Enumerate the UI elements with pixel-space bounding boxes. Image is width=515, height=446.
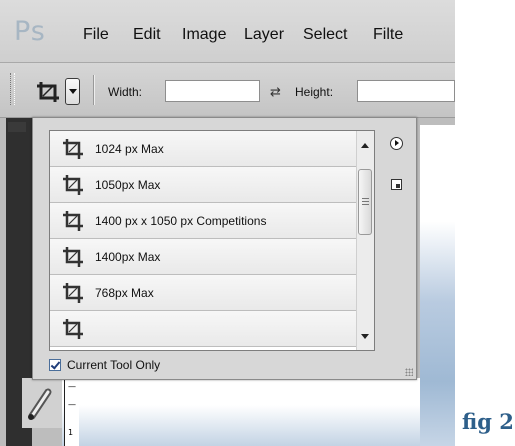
scroll-down-arrow-icon[interactable]: [361, 334, 369, 339]
list-item[interactable]: 1050px Max: [50, 167, 356, 203]
crop-icon: [63, 175, 83, 195]
list-item[interactable]: 1400 px x 1050 px Competitions: [50, 203, 356, 239]
height-label: Height:: [295, 85, 334, 99]
grip-icon: [362, 198, 369, 199]
menu-layer[interactable]: Layer: [244, 26, 284, 44]
width-input[interactable]: [165, 80, 260, 102]
preset-list: 1024 px Max 1050px Max 1400 px x 1050 px…: [49, 130, 375, 351]
menu-image[interactable]: Image: [182, 26, 226, 44]
list-item[interactable]: 1024 px Max: [50, 131, 356, 167]
document-canvas-lower[interactable]: [62, 378, 420, 446]
menu-edit[interactable]: Edit: [133, 26, 161, 44]
current-tool-only-label: Current Tool Only: [67, 358, 161, 372]
preset-label: 1400px Max: [95, 250, 161, 264]
vertical-ruler: — —1: [64, 380, 79, 446]
crop-icon[interactable]: [35, 80, 61, 104]
current-tool-only-checkbox[interactable]: [49, 359, 61, 371]
eyedropper-icon[interactable]: [22, 378, 62, 428]
menu-file[interactable]: File: [83, 26, 109, 44]
menu-filter[interactable]: Filte: [373, 26, 403, 44]
options-separator: [93, 75, 95, 105]
document-canvas[interactable]: [420, 125, 455, 446]
list-item[interactable]: 768px Max: [50, 275, 356, 311]
preset-label: 1024 px Max: [95, 142, 164, 156]
ps-logo: Ps: [14, 16, 46, 47]
new-preset-icon[interactable]: [391, 179, 402, 190]
preset-picker-button[interactable]: [65, 78, 80, 105]
crop-icon: [63, 211, 83, 231]
crop-icon: [63, 319, 83, 339]
crop-icon: [63, 247, 83, 267]
scroll-up-arrow-icon[interactable]: [361, 143, 369, 148]
panel-resize-grip[interactable]: [405, 368, 413, 376]
list-item-partial[interactable]: [50, 311, 356, 347]
options-bar: Width: ⇄ Height:: [0, 63, 455, 118]
width-label: Width:: [108, 85, 143, 99]
triangle-down-icon: [69, 89, 77, 94]
crop-icon: [63, 283, 83, 303]
circle-arrow-right-icon[interactable]: [390, 137, 403, 150]
preset-label: 768px Max: [95, 286, 154, 300]
panel-collapse-tab[interactable]: [8, 122, 26, 132]
preset-label: 1400 px x 1050 px Competitions: [95, 214, 267, 228]
crop-preset-panel: 1024 px Max 1050px Max 1400 px x 1050 px…: [32, 117, 417, 380]
list-item[interactable]: 1400px Max: [50, 239, 356, 275]
swap-arrows-icon[interactable]: ⇄: [270, 85, 281, 100]
menu-bar: Ps File Edit Image Layer Select Filte: [0, 0, 455, 63]
crop-icon: [63, 139, 83, 159]
options-bar-grip[interactable]: [10, 73, 15, 105]
preset-label: 1050px Max: [95, 178, 161, 192]
height-input[interactable]: [357, 80, 455, 102]
preset-list-scrollbar[interactable]: [356, 131, 374, 350]
figure-caption: fig 2: [462, 409, 514, 434]
scrollbar-thumb[interactable]: [358, 169, 372, 235]
menu-select[interactable]: Select: [303, 26, 347, 44]
